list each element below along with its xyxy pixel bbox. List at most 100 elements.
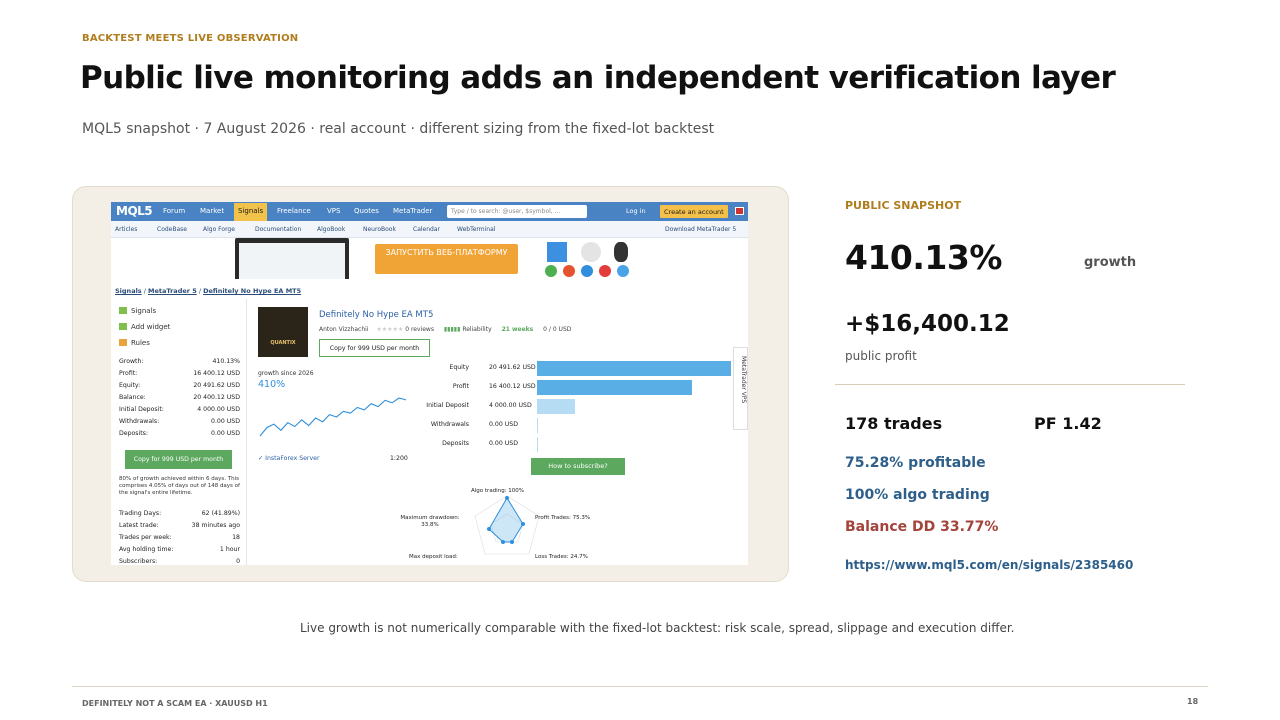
bar-label-withdrawals: Withdrawals — [430, 421, 469, 428]
subnav-algobook[interactable]: AlgoBook — [317, 226, 345, 233]
breadcrumb-mt5[interactable]: MetaTrader 5 — [148, 287, 197, 295]
stat-value: 18 — [232, 534, 240, 541]
bar-label-initial-deposit: Initial Deposit — [426, 402, 469, 409]
stat-value: 16 400.12 USD — [193, 370, 240, 377]
rating-stars-icon: ★★★★★ — [376, 326, 404, 333]
subscribers-funds: 0 / 0 USD — [543, 326, 572, 333]
language-flag-icon[interactable] — [735, 207, 744, 215]
weeks-count: 21 weeks — [501, 326, 534, 333]
nav-market[interactable]: Market — [200, 207, 224, 215]
stat-value: 20 400.12 USD — [193, 394, 240, 401]
bar-withdrawals — [537, 418, 538, 433]
radar-point — [510, 540, 514, 544]
copy-signal-button[interactable]: Copy for 999 USD per month — [319, 339, 430, 357]
trades-count: 178 trades — [845, 414, 943, 433]
radar-label-profit-trades: Profit Trades: 75.3% — [535, 515, 591, 521]
subnav-algo-forge[interactable]: Algo Forge — [203, 226, 235, 233]
breadcrumb-signal[interactable]: Definitely No Hype EA MT5 — [203, 287, 301, 295]
firefox-icon[interactable] — [563, 265, 575, 277]
stat-label: Withdrawals: — [119, 418, 160, 425]
widget-icon — [119, 323, 127, 330]
left-column: Signals Add widget Rules Growth: 410.13% … — [111, 299, 247, 565]
create-account-button[interactable]: Create an account — [660, 205, 728, 218]
stat-value: 4 000.00 USD — [197, 406, 240, 413]
radar-point — [487, 527, 491, 531]
platform-monitor-image — [235, 238, 349, 279]
how-to-subscribe-button[interactable]: How to subscribe? — [531, 458, 625, 475]
nav-forum[interactable]: Forum — [163, 207, 185, 215]
subnav-codebase[interactable]: CodeBase — [157, 226, 187, 233]
nav-metatrader[interactable]: MetaTrader — [393, 207, 432, 215]
linux-icon[interactable] — [614, 242, 628, 262]
stat-value: 0 — [236, 558, 240, 565]
stat-growth: Growth: 410.13% — [119, 358, 240, 365]
mql5-logo[interactable]: MQL5 — [116, 204, 153, 218]
menu-signals-label: Signals — [131, 307, 157, 315]
stat-value: 20 491.62 USD — [193, 382, 240, 389]
growth-note: 80% of growth achieved within 6 days. Th… — [119, 476, 240, 496]
stat-value: 0.00 USD — [211, 418, 240, 425]
macos-icon[interactable] — [581, 242, 601, 262]
menu-signals[interactable]: Signals — [119, 307, 156, 315]
stat-subscribers: Subscribers: 0 — [119, 558, 240, 565]
stat-label: Growth: — [119, 358, 144, 365]
mql5-screenshot: MQL5 Forum Market Signals Freelance VPS … — [111, 202, 748, 565]
nav-quotes[interactable]: Quotes — [354, 207, 379, 215]
subnav-calendar[interactable]: Calendar — [413, 226, 440, 233]
search-input[interactable]: Type / to search: @user, $symbol, ... — [447, 205, 587, 218]
author-name[interactable]: Anton Vizzhachii — [319, 326, 369, 333]
reviews-count[interactable]: 0 reviews — [405, 326, 434, 333]
safari-icon[interactable] — [581, 265, 593, 277]
bar-value-initial-deposit: 4 000.00 USD — [489, 402, 532, 409]
stat-latest-trade: Latest trade: 38 minutes ago — [119, 522, 240, 529]
server-name: InstaForex Server — [265, 455, 320, 462]
stat-label: Equity: — [119, 382, 141, 389]
menu-add-widget[interactable]: Add widget — [119, 323, 170, 331]
bar-value-equity: 20 491.62 USD — [489, 364, 536, 371]
nav-signals[interactable]: Signals — [234, 203, 268, 221]
stat-label: Initial Deposit: — [119, 406, 164, 413]
nav-vps[interactable]: VPS — [327, 207, 340, 215]
subnav-webterminal[interactable]: WebTerminal — [457, 226, 495, 233]
growth-label: growth — [1084, 255, 1137, 270]
subnav-articles[interactable]: Articles — [115, 226, 137, 233]
stat-value: 1 hour — [219, 546, 240, 553]
stat-balance: Balance: 20 400.12 USD — [119, 394, 240, 401]
stat-avg-holding: Avg holding time: 1 hour — [119, 546, 240, 553]
bar-value-withdrawals: 0.00 USD — [489, 421, 518, 428]
signal-url-link[interactable]: https://www.mql5.com/en/signals/2385460 — [845, 558, 1133, 572]
kicker: BACKTEST MEETS LIVE OBSERVATION — [82, 33, 299, 44]
bar-profit — [537, 380, 693, 395]
growth-chart — [259, 397, 407, 437]
bar-initial-deposit — [537, 399, 575, 414]
stat-label: Balance: — [119, 394, 146, 401]
stat-trades-per-week: Trades per week: 18 — [119, 534, 240, 541]
signal-title[interactable]: Definitely No Hype EA MT5 — [319, 310, 433, 320]
menu-rules[interactable]: Rules — [119, 339, 150, 347]
stat-withdrawals: Withdrawals: 0.00 USD — [119, 418, 240, 425]
subnav-neurobook[interactable]: NeuroBook — [363, 226, 396, 233]
footer-divider — [72, 686, 1208, 687]
sub-nav: Articles CodeBase Algo Forge Documentati… — [111, 221, 748, 238]
broker-server[interactable]: ✓ InstaForex Server — [258, 455, 320, 462]
windows-icon[interactable] — [547, 242, 567, 262]
metatrader-vps-tab[interactable]: MetaTrader VPS — [733, 347, 748, 430]
edge-icon[interactable] — [617, 265, 629, 277]
caption: Live growth is not numerically comparabl… — [300, 621, 1015, 635]
login-link[interactable]: Log in — [626, 207, 646, 215]
opera-icon[interactable] — [599, 265, 611, 277]
bar-label-profit: Profit — [452, 383, 469, 390]
chrome-icon[interactable] — [545, 265, 557, 277]
launch-webplatform-button[interactable]: ЗАПУСТИТЬ ВЕБ-ПЛАТФОРМУ — [375, 244, 518, 274]
stat-label: Subscribers: — [119, 558, 158, 565]
stat-equity: Equity: 20 491.62 USD — [119, 382, 240, 389]
stat-value: 38 minutes ago — [191, 522, 240, 529]
subnav-download[interactable]: Download MetaTrader 5 — [665, 226, 736, 233]
breadcrumb-signals[interactable]: Signals — [115, 287, 142, 295]
bar-equity — [537, 361, 731, 376]
subnav-documentation[interactable]: Documentation — [255, 226, 301, 233]
nav-freelance[interactable]: Freelance — [277, 207, 311, 215]
stat-label: Profit: — [119, 370, 138, 377]
left-copy-button[interactable]: Copy for 999 USD per month — [125, 450, 232, 469]
stat-value: 0.00 USD — [211, 430, 240, 437]
